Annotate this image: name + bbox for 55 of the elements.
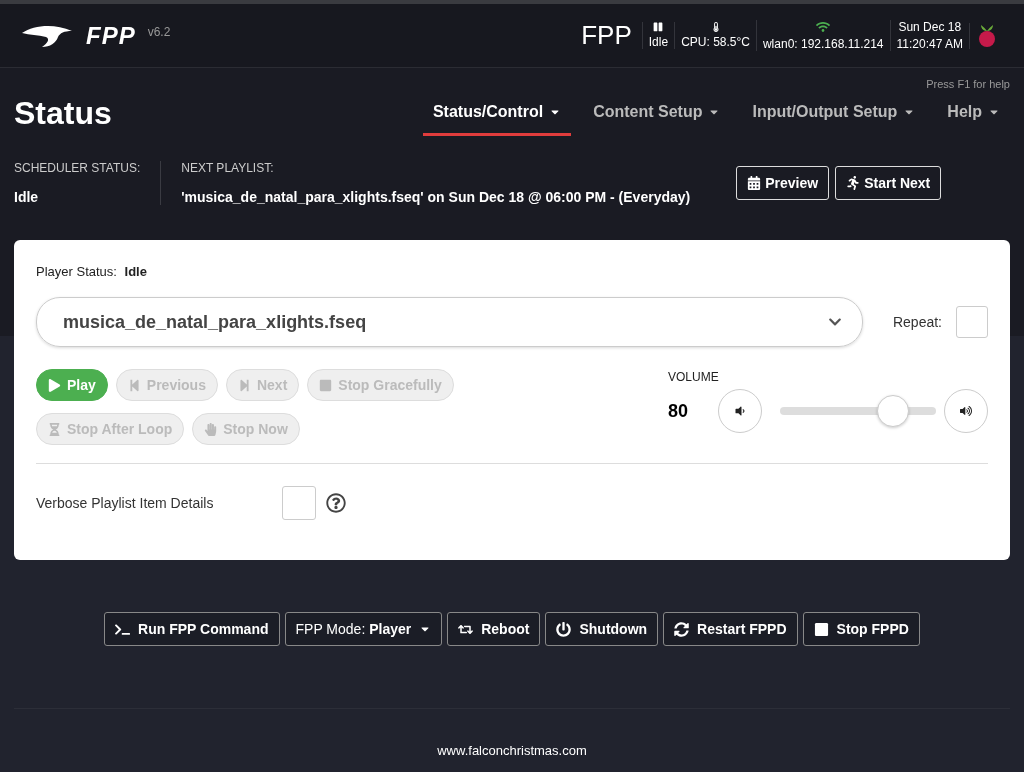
repeat-checkbox[interactable]: [956, 306, 988, 338]
scheduler-status-value: Idle: [14, 189, 40, 205]
verbose-checkbox[interactable]: [282, 486, 316, 520]
nav-tab[interactable]: Content Setup: [583, 90, 731, 136]
preview-button[interactable]: Preview: [736, 166, 830, 200]
stop-icon: [319, 378, 333, 392]
skip-forward-icon: [237, 378, 251, 392]
start-next-button[interactable]: Start Next: [835, 166, 942, 200]
mode-dropdown-button[interactable]: FPP Mode: Player: [284, 612, 443, 646]
refresh-icon: [674, 621, 690, 637]
page-title: Status: [14, 94, 113, 132]
website-link[interactable]: www.falconchristmas.com: [437, 743, 587, 758]
next-playlist-label: NEXT PLAYLIST:: [181, 161, 275, 175]
nav-tab[interactable]: Input/Output Setup: [742, 90, 926, 136]
square-action-button[interactable]: Stop FPPD: [802, 612, 920, 646]
version-text: v6.2: [147, 24, 171, 39]
wifi-icon: [816, 20, 831, 34]
cpu-temperature: CPU: 58.5°C: [681, 35, 750, 49]
next-playlist-value: 'musica_de_natal_para_xlights.fseq' on Sun Dec 18 @ 06:00 PM - (Everyday): [181, 189, 691, 205]
running-person-icon: [846, 176, 861, 190]
pause-icon: [653, 22, 664, 32]
player-status-label: Player Status:: [36, 264, 117, 279]
calendar-icon: [747, 176, 762, 190]
time-text: 11:20:47 AM: [896, 37, 963, 51]
power-icon: [556, 621, 572, 637]
volume-label: VOLUME: [668, 370, 719, 384]
volume-up-icon: [960, 405, 972, 417]
network-address: wlan0: 192.168.11.214: [762, 37, 884, 51]
help-hint: Press F1 for help: [925, 77, 1010, 90]
reboot-action-button[interactable]: Reboot: [447, 612, 541, 646]
nav-tab[interactable]: Status/Control: [422, 90, 572, 136]
nav-tab[interactable]: Help: [937, 90, 1010, 136]
repeat-label: Repeat:: [892, 314, 942, 330]
play-icon: [48, 378, 61, 392]
scheduler-status-label: SCHEDULER STATUS:: [14, 161, 141, 175]
hand-icon: [204, 422, 218, 436]
restart-action-button[interactable]: Restart FPPD: [663, 612, 798, 646]
date-text: Sun Dec 18: [898, 20, 962, 34]
volume-slider-thumb[interactable]: [877, 395, 910, 427]
verbose-details-label: Verbose Playlist Item Details: [36, 495, 215, 511]
player-status-value: Idle: [124, 264, 147, 279]
hourglass-icon: [48, 422, 61, 436]
host-name: FPP: [581, 20, 632, 51]
player-state: Idle: [648, 35, 669, 49]
volume-down-icon: [734, 405, 746, 417]
terminal-action-button[interactable]: Run FPP Command: [104, 612, 280, 646]
volume-up-button[interactable]: [944, 389, 988, 433]
raspberry-logo-icon: [976, 22, 998, 49]
help-icon[interactable]: [326, 493, 346, 513]
power-action-button[interactable]: Shutdown: [545, 612, 659, 646]
playlist-select[interactable]: musica_de_natal_para_xlights.fseq: [36, 297, 863, 347]
volume-value: 80: [668, 400, 690, 422]
volume-down-button[interactable]: [718, 389, 762, 433]
skip-back-icon: [127, 378, 141, 392]
logo-text: FPP: [86, 21, 136, 50]
